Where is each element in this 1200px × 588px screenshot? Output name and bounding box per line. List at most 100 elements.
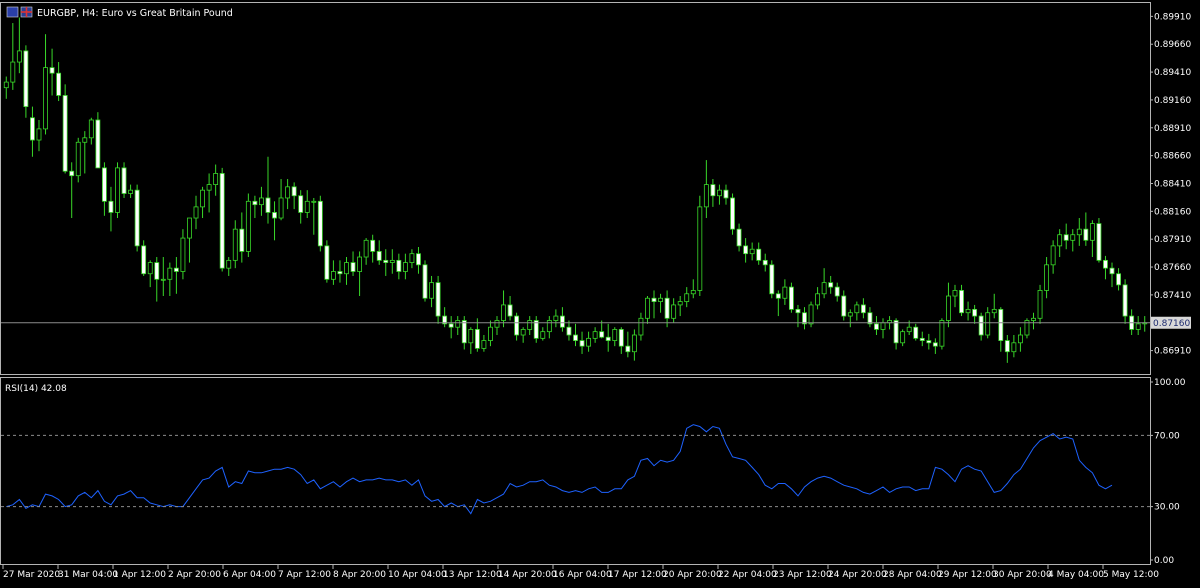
time-label: 14 Apr 20:00 <box>498 570 557 580</box>
candle-body-bear <box>507 304 513 317</box>
candle-body-bull <box>952 290 958 297</box>
candle[interactable] <box>62 84 68 174</box>
trading-chart[interactable]: 0.89910 0.89660 0.89410 0.89160 0.88910 0.886… <box>0 0 1200 584</box>
price-tick-label: 0.87910 <box>1154 235 1191 245</box>
candle[interactable] <box>697 195 703 297</box>
candle-body-bear <box>30 117 35 141</box>
candle-body-bull <box>167 267 173 280</box>
time-label: 6 Apr 04:00 <box>223 570 276 580</box>
candle[interactable] <box>115 162 120 219</box>
candle-body-bear <box>566 326 572 336</box>
candle-body-bull <box>808 304 814 325</box>
candle-body-bear <box>376 251 382 261</box>
time-label: 13 Apr 12:00 <box>443 570 502 580</box>
candle[interactable] <box>422 260 428 302</box>
candle-body-bull <box>488 326 493 341</box>
time-label: 10 Apr 04:00 <box>388 570 447 580</box>
candle-body-bull <box>75 141 81 177</box>
candle-body-bull <box>939 320 945 347</box>
candle-body-bear <box>324 245 330 280</box>
candle-body-bear <box>1083 228 1089 241</box>
price-tick-label: 0.89910 <box>1154 12 1191 22</box>
candle-body-bear <box>474 329 480 349</box>
candle-body-bull <box>304 200 310 213</box>
time-label: 29 Apr 12:00 <box>938 570 997 580</box>
candle[interactable] <box>134 184 140 252</box>
candle-body-bull <box>481 340 487 349</box>
candle[interactable] <box>121 162 127 198</box>
candle-body-bull <box>82 137 88 143</box>
chart-canvas[interactable]: 0.89910 0.89660 0.89410 0.89160 0.88910 0.886… <box>0 0 1200 584</box>
candle[interactable] <box>1037 284 1043 324</box>
time-label: 7 Apr 12:00 <box>278 570 331 580</box>
candle-body-bear <box>95 119 101 169</box>
candle-body-bear <box>62 95 68 172</box>
candle-body-bear <box>723 189 729 199</box>
candle-body-bear <box>599 331 605 338</box>
time-label: 22 Apr 04:00 <box>718 570 777 580</box>
candle-body-bull <box>429 282 434 299</box>
candle-body-bull <box>906 326 912 333</box>
candle-body-bull <box>671 304 677 319</box>
candle-body-bull <box>501 304 506 321</box>
candle-body-bear <box>893 320 899 344</box>
candle-body-bull <box>965 308 971 314</box>
candle-body-bear <box>350 262 356 272</box>
candle-body-bear <box>383 259 389 263</box>
candle-body-bear <box>317 200 323 247</box>
candle-body-bear <box>618 329 624 347</box>
candle-body-bull <box>128 189 134 194</box>
candle-body-bear <box>651 297 657 302</box>
candle-body-bear <box>514 315 520 336</box>
candle[interactable] <box>245 193 251 258</box>
price-tick-label: 0.87410 <box>1154 291 1191 301</box>
candle[interactable] <box>317 195 323 252</box>
candle-body-bear <box>291 186 297 197</box>
candle-body-bull <box>147 262 153 275</box>
candle-body-bear <box>730 197 735 230</box>
time-label: 17 Apr 12:00 <box>608 570 667 580</box>
candle-body-bear <box>219 173 225 269</box>
candle-body-bear <box>756 248 762 261</box>
candle-body-bear <box>762 259 768 266</box>
candle[interactable] <box>769 260 775 299</box>
candle[interactable] <box>730 193 735 235</box>
price-tick-label: 0.86910 <box>1154 347 1191 357</box>
price-tick-label: 0.88160 <box>1154 207 1191 217</box>
candle[interactable] <box>1096 218 1102 263</box>
candle[interactable] <box>808 301 814 328</box>
rsi-tick-label: 100.00 <box>1154 378 1186 388</box>
candle-body-bear <box>775 293 781 299</box>
candle-body-bull <box>684 293 690 302</box>
candle[interactable] <box>219 167 225 272</box>
candle[interactable] <box>788 282 794 313</box>
price-tick-label: 0.88410 <box>1154 179 1191 189</box>
time-label: 30 Apr 20:00 <box>993 570 1052 580</box>
candle-body-bull <box>749 248 755 255</box>
price-tick-label: 0.89160 <box>1154 96 1191 106</box>
candle-body-bear <box>1116 273 1121 286</box>
candle[interactable] <box>324 240 330 283</box>
candle-body-bull <box>160 278 166 281</box>
time-label: 20 Apr 20:00 <box>663 570 722 580</box>
candle-body-bear <box>959 290 964 314</box>
candle-body-bull <box>880 322 886 330</box>
price-tick-label: 0.89410 <box>1154 68 1191 78</box>
candle-body-bear <box>173 267 179 272</box>
candle[interactable] <box>141 240 147 276</box>
candle-body-bear <box>154 262 160 280</box>
candle-body-bear <box>932 342 938 347</box>
current-price-label: 0.87160 <box>1153 319 1190 329</box>
candle-body-bull <box>259 197 264 206</box>
candle-body-bull <box>389 259 395 263</box>
candle[interactable] <box>23 45 29 118</box>
candle-body-bull <box>402 262 408 272</box>
candle-body-bull <box>586 337 592 347</box>
candle-body-bear <box>448 323 454 328</box>
candle[interactable] <box>75 137 81 183</box>
rsi-tick-label: 70.00 <box>1154 431 1180 441</box>
candle-body-bear <box>972 308 978 317</box>
candle[interactable] <box>1024 318 1030 339</box>
candle[interactable] <box>95 112 101 169</box>
candle-body-bull <box>703 184 709 208</box>
